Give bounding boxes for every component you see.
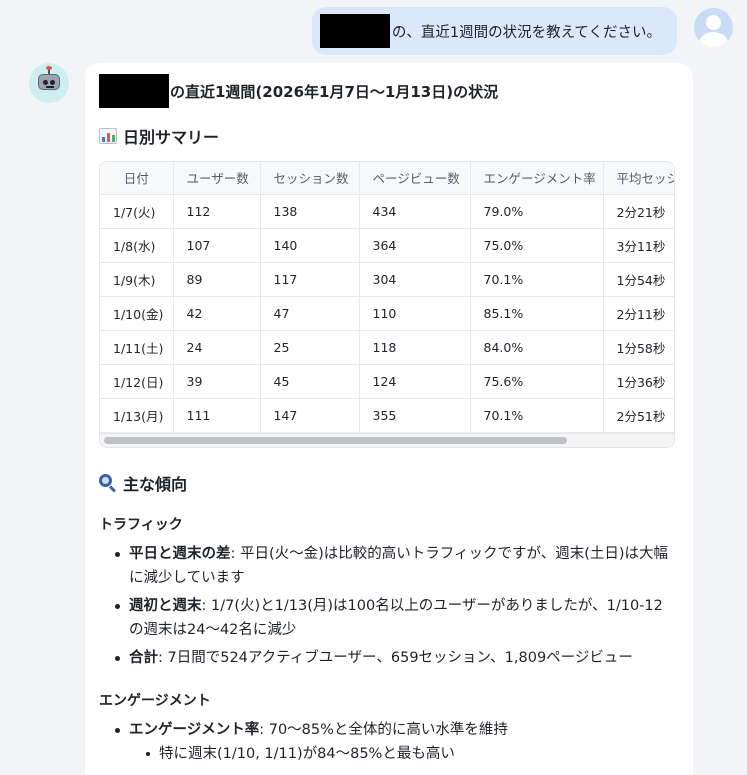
table-cell: 1分36秒 [603, 364, 674, 399]
table-cell: 25 [260, 330, 360, 365]
sub-list-item: 特に週末(1/10, 1/11)が84〜85%と最も高い [129, 742, 677, 766]
redacted-block [319, 14, 390, 48]
table-cell: 89 [173, 262, 261, 297]
engagement-list: エンゲージメント率: 70〜85%と全体的に高い水準を維持 特に週末(1/10,… [99, 718, 677, 766]
table-cell: 364 [359, 228, 471, 263]
table-cell: 75.6% [470, 364, 604, 399]
user-message: の、直近1週間の状況を教えてください。 [311, 7, 677, 55]
engagement-heading: エンゲージメント [99, 692, 211, 709]
user-message-text: の、直近1週間の状況を教えてください。 [391, 24, 661, 41]
table-cell: 2分21秒 [603, 194, 674, 229]
table-cell: 39 [173, 364, 261, 399]
table-row: 1/13(月) 111 147 355 70.1% 2分51秒 [100, 398, 674, 433]
table-cell: 1/11(土) [100, 330, 174, 365]
table-cell: 79.0% [470, 194, 604, 229]
user-message-bubble: の、直近1週間の状況を教えてください。 [311, 7, 677, 55]
table-cell: 1分58秒 [603, 330, 674, 365]
sub-list: 特に週末(1/10, 1/11)が84〜85%と最も高い [129, 742, 677, 766]
column-header: エンゲージメント率 [470, 162, 604, 195]
table-cell: 1分54秒 [603, 262, 674, 297]
table-cell: 138 [260, 194, 360, 229]
column-header: 平均セッション時間 [603, 162, 674, 195]
table-row: 1/7(火) 112 138 434 79.0% 2分21秒 [100, 194, 674, 229]
table-cell: 1/12(日) [100, 364, 174, 399]
table-cell: 1/7(火) [100, 194, 174, 229]
table-cell: 1/8(水) [100, 228, 174, 263]
list-item: 平日と週末の差: 平日(火〜金)は比較的高いトラフィックですが、週末(土日)は大… [99, 542, 677, 590]
table-cell: 47 [260, 296, 360, 331]
user-avatar-icon [694, 8, 733, 47]
table-cell: 1/10(金) [100, 296, 174, 331]
table-cell: 111 [173, 398, 261, 433]
table-row: 1/11(土) 24 25 118 84.0% 1分58秒 [100, 330, 674, 365]
table-cell: 117 [260, 262, 360, 297]
table-cell: 147 [260, 398, 360, 433]
list-item: エンゲージメント率: 70〜85%と全体的に高い水準を維持 特に週末(1/10,… [99, 718, 677, 766]
table-cell: 118 [359, 330, 471, 365]
table-cell: 42 [173, 296, 261, 331]
table-row: 1/8(水) 107 140 364 75.0% 3分11秒 [100, 228, 674, 263]
redacted-block [99, 74, 169, 108]
list-item: 週初と週末: 1/7(火)と1/13(月)は100名以上のユーザーがありましたが… [99, 594, 677, 642]
table-horizontal-scrollbar[interactable] [100, 432, 674, 447]
table-row: 1/9(木) 89 117 304 70.1% 1分54秒 [100, 262, 674, 297]
table-cell: 2分51秒 [603, 398, 674, 433]
table-cell: 110 [359, 296, 471, 331]
table-cell: 355 [359, 398, 471, 433]
table-cell: 45 [260, 364, 360, 399]
magnifier-icon [99, 473, 117, 493]
robot-icon [38, 66, 60, 92]
column-header: ユーザー数 [173, 162, 261, 195]
table-cell: 70.1% [470, 398, 604, 433]
traffic-heading: トラフィック [99, 516, 183, 533]
column-header: 日付 [100, 162, 174, 195]
table-cell: 85.1% [470, 296, 604, 331]
table-row: 1/10(金) 42 47 110 85.1% 2分11秒 [100, 296, 674, 331]
bot-avatar [29, 63, 69, 103]
bot-message: の直近1週間(2026年1月7日〜1月13日)の状況 日別サマリー 日付 ユーザ… [85, 63, 693, 775]
table-cell: 107 [173, 228, 261, 263]
table-cell: 2分11秒 [603, 296, 674, 331]
traffic-list: 平日と週末の差: 平日(火〜金)は比較的高いトラフィックですが、週末(土日)は大… [99, 542, 677, 670]
table-row: 1/12(日) 39 45 124 75.6% 1分36秒 [100, 364, 674, 399]
table-cell: 3分11秒 [603, 228, 674, 263]
scrollbar-thumb[interactable] [104, 436, 567, 444]
table-cell: 1/13(月) [100, 398, 174, 433]
bar-chart-icon [99, 128, 117, 144]
table-cell: 1/9(木) [100, 262, 174, 297]
daily-summary-heading: 日別サマリー [99, 124, 677, 148]
table-cell: 124 [359, 364, 471, 399]
table-cell: 304 [359, 262, 471, 297]
response-title: の直近1週間(2026年1月7日〜1月13日)の状況 [99, 74, 677, 108]
trends-heading: 主な傾向 [99, 471, 677, 495]
table-cell: 112 [173, 194, 261, 229]
table-cell: 140 [260, 228, 360, 263]
table-cell: 75.0% [470, 228, 604, 263]
column-header: セッション数 [260, 162, 360, 195]
table-header-row: 日付 ユーザー数 セッション数 ページビュー数 エンゲージメント率 平均セッショ… [100, 162, 674, 195]
table-cell: 84.0% [470, 330, 604, 365]
table-cell: 70.1% [470, 262, 604, 297]
daily-summary-table[interactable]: 日付 ユーザー数 セッション数 ページビュー数 エンゲージメント率 平均セッショ… [99, 161, 675, 448]
list-item: 合計: 7日間で524アクティブユーザー、659セッション、1,809ページビュ… [99, 646, 677, 670]
table-cell: 24 [173, 330, 261, 365]
column-header: ページビュー数 [359, 162, 471, 195]
table-cell: 434 [359, 194, 471, 229]
